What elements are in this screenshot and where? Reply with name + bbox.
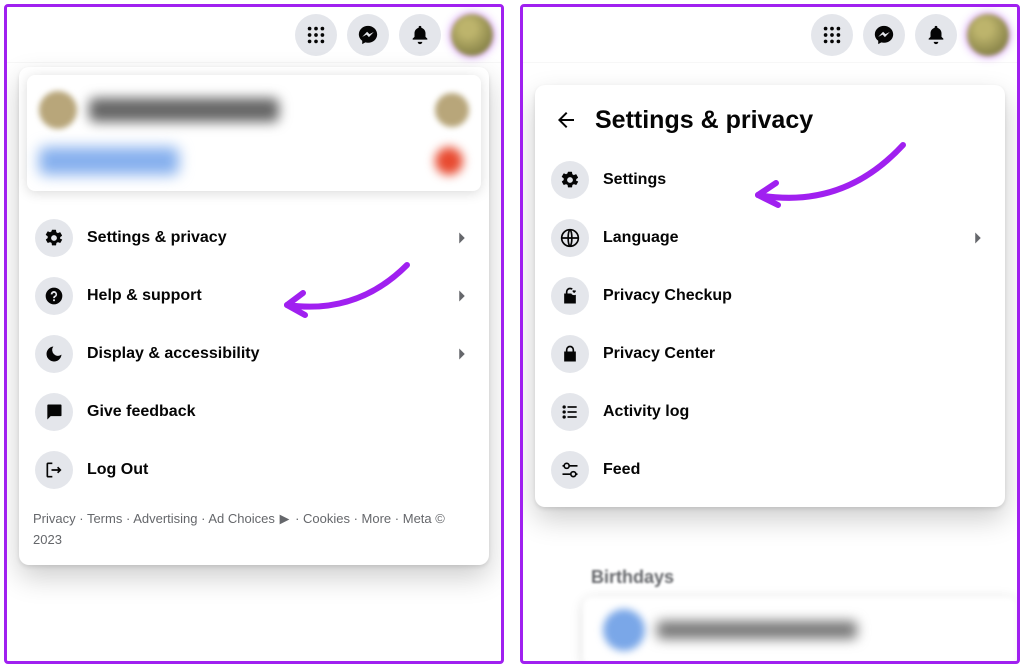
menu-item-logout[interactable]: Log Out (27, 441, 481, 499)
footer-link[interactable]: Privacy (33, 511, 76, 526)
apps-icon[interactable] (811, 14, 853, 56)
avatar-icon (39, 91, 77, 129)
menu-item-activity-log[interactable]: Activity log (543, 383, 997, 441)
background-avatar (603, 609, 645, 651)
menu-label: Feed (603, 461, 989, 479)
avatar-icon (435, 93, 469, 127)
menu-item-language[interactable]: Language (543, 209, 997, 267)
chevron-right-icon (451, 227, 473, 249)
background-label: Birthdays (591, 567, 674, 588)
account-dropdown: Settings & privacy Help & support Displa… (19, 67, 489, 565)
moon-icon (35, 335, 73, 373)
lock-icon (551, 335, 589, 373)
menu-item-feedback[interactable]: Give feedback (27, 383, 481, 441)
menu-label: Log Out (87, 461, 473, 479)
bell-icon[interactable] (915, 14, 957, 56)
gear-icon (551, 161, 589, 199)
avatar-icon[interactable] (451, 14, 493, 56)
menu-item-feed[interactable]: Feed (543, 441, 997, 499)
submenu-title: Settings & privacy (595, 106, 813, 135)
footer-link[interactable]: More (362, 511, 392, 526)
menu-label: Display & accessibility (87, 345, 437, 363)
avatar-icon[interactable] (967, 14, 1009, 56)
lock-heart-icon (551, 277, 589, 315)
menu-item-privacy-center[interactable]: Privacy Center (543, 325, 997, 383)
menu-item-help[interactable]: Help & support (27, 267, 481, 325)
menu-item-privacy-checkup[interactable]: Privacy Checkup (543, 267, 997, 325)
footer-link[interactable]: Ad Choices (208, 511, 274, 526)
profile-card[interactable] (27, 75, 481, 191)
menu-label: Settings (603, 171, 989, 189)
footer-link[interactable]: Terms (87, 511, 122, 526)
menu-item-settings-privacy[interactable]: Settings & privacy (27, 209, 481, 267)
background-text (657, 621, 857, 639)
globe-icon (551, 219, 589, 257)
menu-label: Help & support (87, 287, 437, 305)
settings-dropdown: Settings & privacy Settings Language Pri… (535, 85, 1005, 507)
footer-link[interactable]: Cookies (303, 511, 350, 526)
sliders-icon (551, 451, 589, 489)
question-icon (35, 277, 73, 315)
menu-label: Language (603, 229, 953, 247)
adchoices-icon (278, 509, 291, 530)
menu-label: Settings & privacy (87, 229, 437, 247)
gear-icon (35, 219, 73, 257)
chevron-right-icon (967, 227, 989, 249)
submenu-header: Settings & privacy (543, 93, 997, 151)
messenger-icon[interactable] (863, 14, 905, 56)
topbar (7, 7, 501, 63)
logout-icon (35, 451, 73, 489)
menu-item-display[interactable]: Display & accessibility (27, 325, 481, 383)
menu-label: Privacy Checkup (603, 287, 989, 305)
settings-privacy-panel: Birthdays Settings & privacy Settings La… (520, 4, 1020, 664)
chevron-right-icon (451, 343, 473, 365)
messenger-icon[interactable] (347, 14, 389, 56)
secondary-action-blurred[interactable] (39, 147, 179, 175)
list-icon (551, 393, 589, 431)
footer-links: Privacy · Terms · Advertising · Ad Choic… (27, 499, 481, 557)
menu-item-settings[interactable]: Settings (543, 151, 997, 209)
apps-icon[interactable] (295, 14, 337, 56)
bell-icon[interactable] (399, 14, 441, 56)
profile-name-blurred (89, 98, 279, 122)
footer-link[interactable]: Advertising (133, 511, 197, 526)
back-arrow-icon[interactable] (551, 105, 581, 135)
account-menu-panel: Settings & privacy Help & support Displa… (4, 4, 504, 664)
feedback-icon (35, 393, 73, 431)
notification-dot (435, 147, 463, 175)
topbar (523, 7, 1017, 63)
chevron-right-icon (451, 285, 473, 307)
menu-label: Give feedback (87, 403, 473, 421)
menu-label: Activity log (603, 403, 989, 421)
menu-label: Privacy Center (603, 345, 989, 363)
